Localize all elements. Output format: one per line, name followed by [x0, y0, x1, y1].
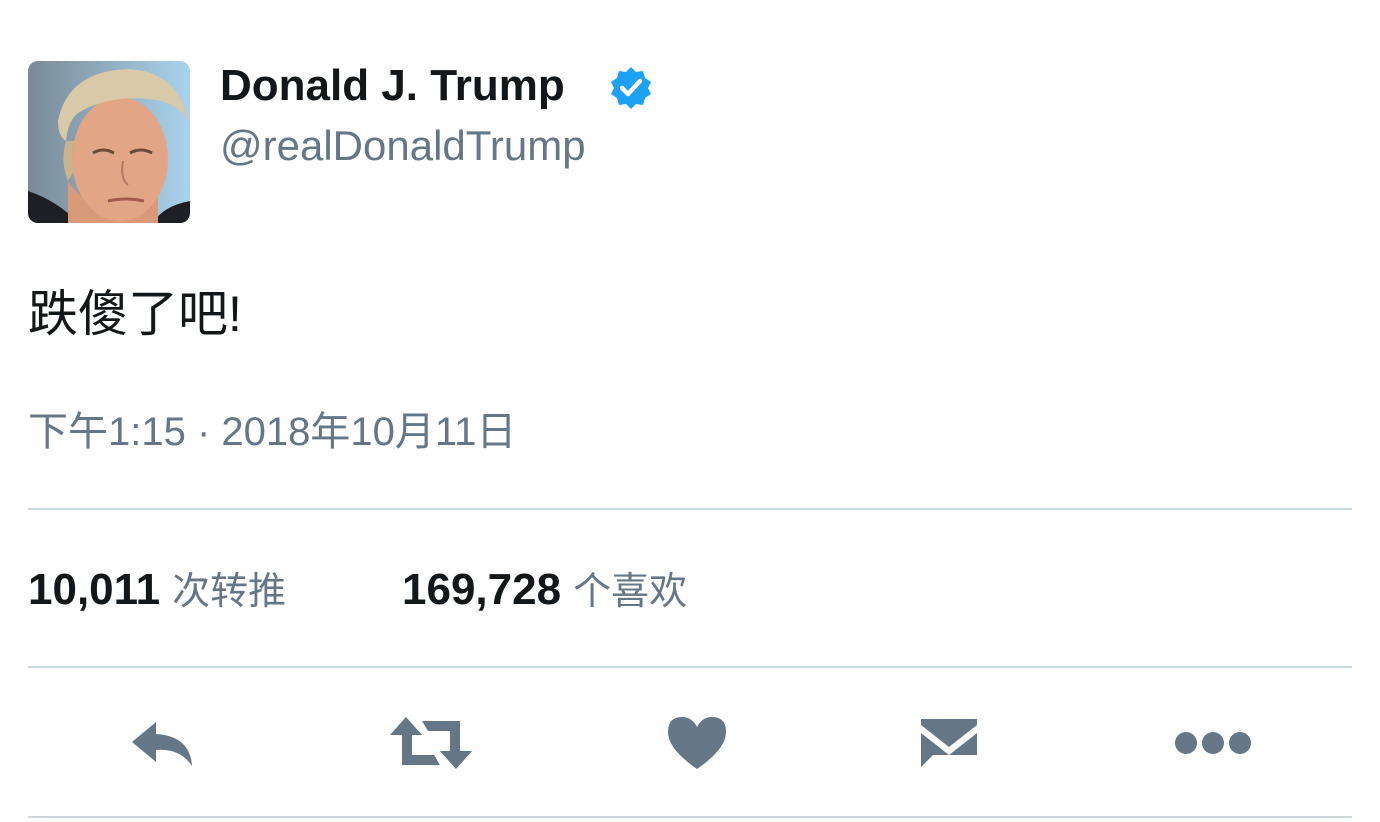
- avatar-image: [28, 61, 190, 223]
- direct-message-button[interactable]: [904, 710, 994, 776]
- envelope-icon: [921, 719, 977, 767]
- avatar[interactable]: [28, 61, 190, 223]
- retweet-button[interactable]: [386, 710, 476, 776]
- reply-icon: [132, 722, 192, 766]
- display-name[interactable]: Donald J. Trump: [220, 60, 565, 112]
- divider: [28, 666, 1352, 668]
- retweets-stat[interactable]: 10,011 次转推: [28, 562, 286, 628]
- divider: [28, 508, 1352, 510]
- reply-button[interactable]: [118, 710, 208, 776]
- divider: [28, 816, 1352, 818]
- tweet-timestamp: 下午1:15 · 2018年10月11日: [28, 410, 517, 454]
- retweets-count: 10,011: [28, 565, 161, 614]
- more-dots-icon: [1175, 732, 1251, 754]
- likes-count: 169,728: [402, 565, 562, 614]
- retweets-label: 次转推: [172, 571, 287, 613]
- heart-icon: [668, 717, 726, 769]
- user-handle[interactable]: @realDonaldTrump: [220, 120, 586, 172]
- tweet-text: 跌傻了吧!: [28, 286, 242, 342]
- likes-stat[interactable]: 169,728 个喜欢: [402, 562, 687, 628]
- retweet-icon: [390, 717, 472, 769]
- verified-badge-icon: [608, 65, 654, 111]
- like-button[interactable]: [652, 710, 742, 776]
- more-button[interactable]: [1168, 710, 1258, 776]
- likes-label: 个喜欢: [573, 571, 688, 613]
